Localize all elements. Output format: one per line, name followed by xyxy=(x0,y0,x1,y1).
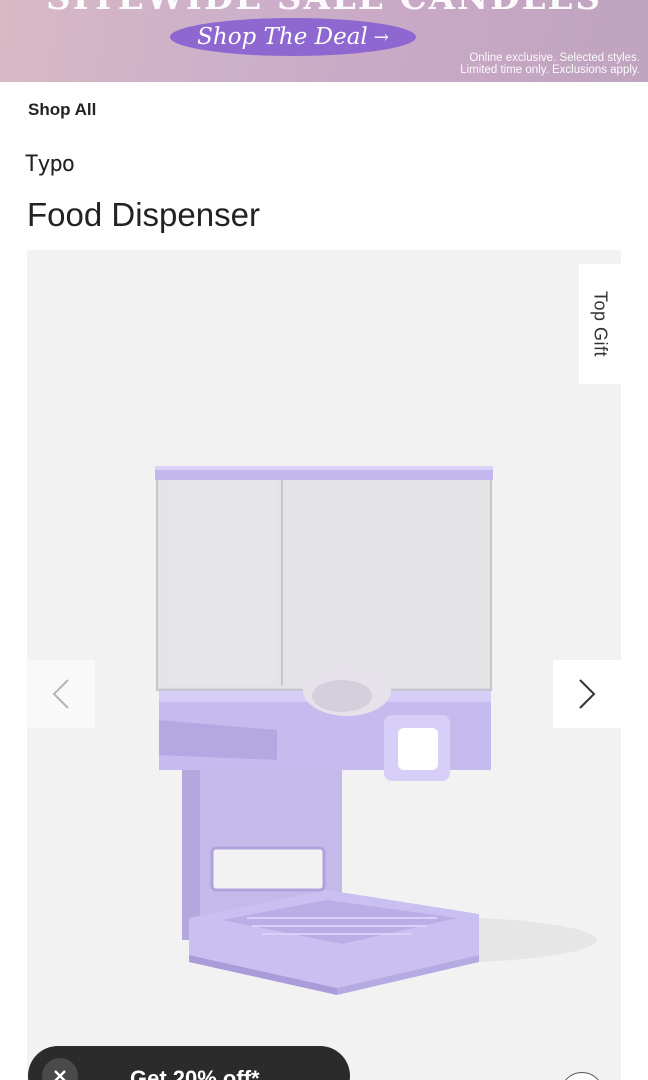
breadcrumb-shop-all[interactable]: Shop All xyxy=(28,100,96,120)
gallery-prev-button[interactable] xyxy=(27,660,95,728)
promo-headline: SITEWIDE SALE CANDLES xyxy=(0,0,648,18)
chevron-right-icon xyxy=(579,679,596,709)
gallery-next-button[interactable] xyxy=(553,660,621,728)
shop-the-deal-button[interactable]: Shop The Deal → xyxy=(170,18,416,56)
discount-label: Get 20% off* xyxy=(130,1066,260,1080)
fine-print-line-2: Limited time only. Exclusions apply. xyxy=(460,64,640,76)
product-image xyxy=(155,466,597,995)
promo-banner[interactable]: SITEWIDE SALE CANDLES Shop The Deal → On… xyxy=(0,0,648,82)
top-gift-badge: Top Gift xyxy=(579,264,621,384)
page-title: Food Dispenser xyxy=(27,196,260,233)
discount-close-button[interactable] xyxy=(42,1058,78,1080)
fine-print-line-1: Online exclusive. Selected styles. xyxy=(469,52,640,64)
chevron-left-icon xyxy=(52,679,69,709)
product-gallery[interactable]: Top Gift xyxy=(27,250,621,1080)
promo-fine-print: Online exclusive. Selected styles. Limit… xyxy=(460,52,640,76)
arrow-right-icon: → xyxy=(373,26,389,48)
close-icon xyxy=(54,1070,66,1080)
brand-link[interactable]: Typo xyxy=(25,152,75,177)
discount-popup-button[interactable]: Get 20% off* xyxy=(28,1046,350,1080)
shop-the-deal-label: Shop The Deal xyxy=(197,24,368,50)
top-gift-label: Top Gift xyxy=(590,290,611,358)
